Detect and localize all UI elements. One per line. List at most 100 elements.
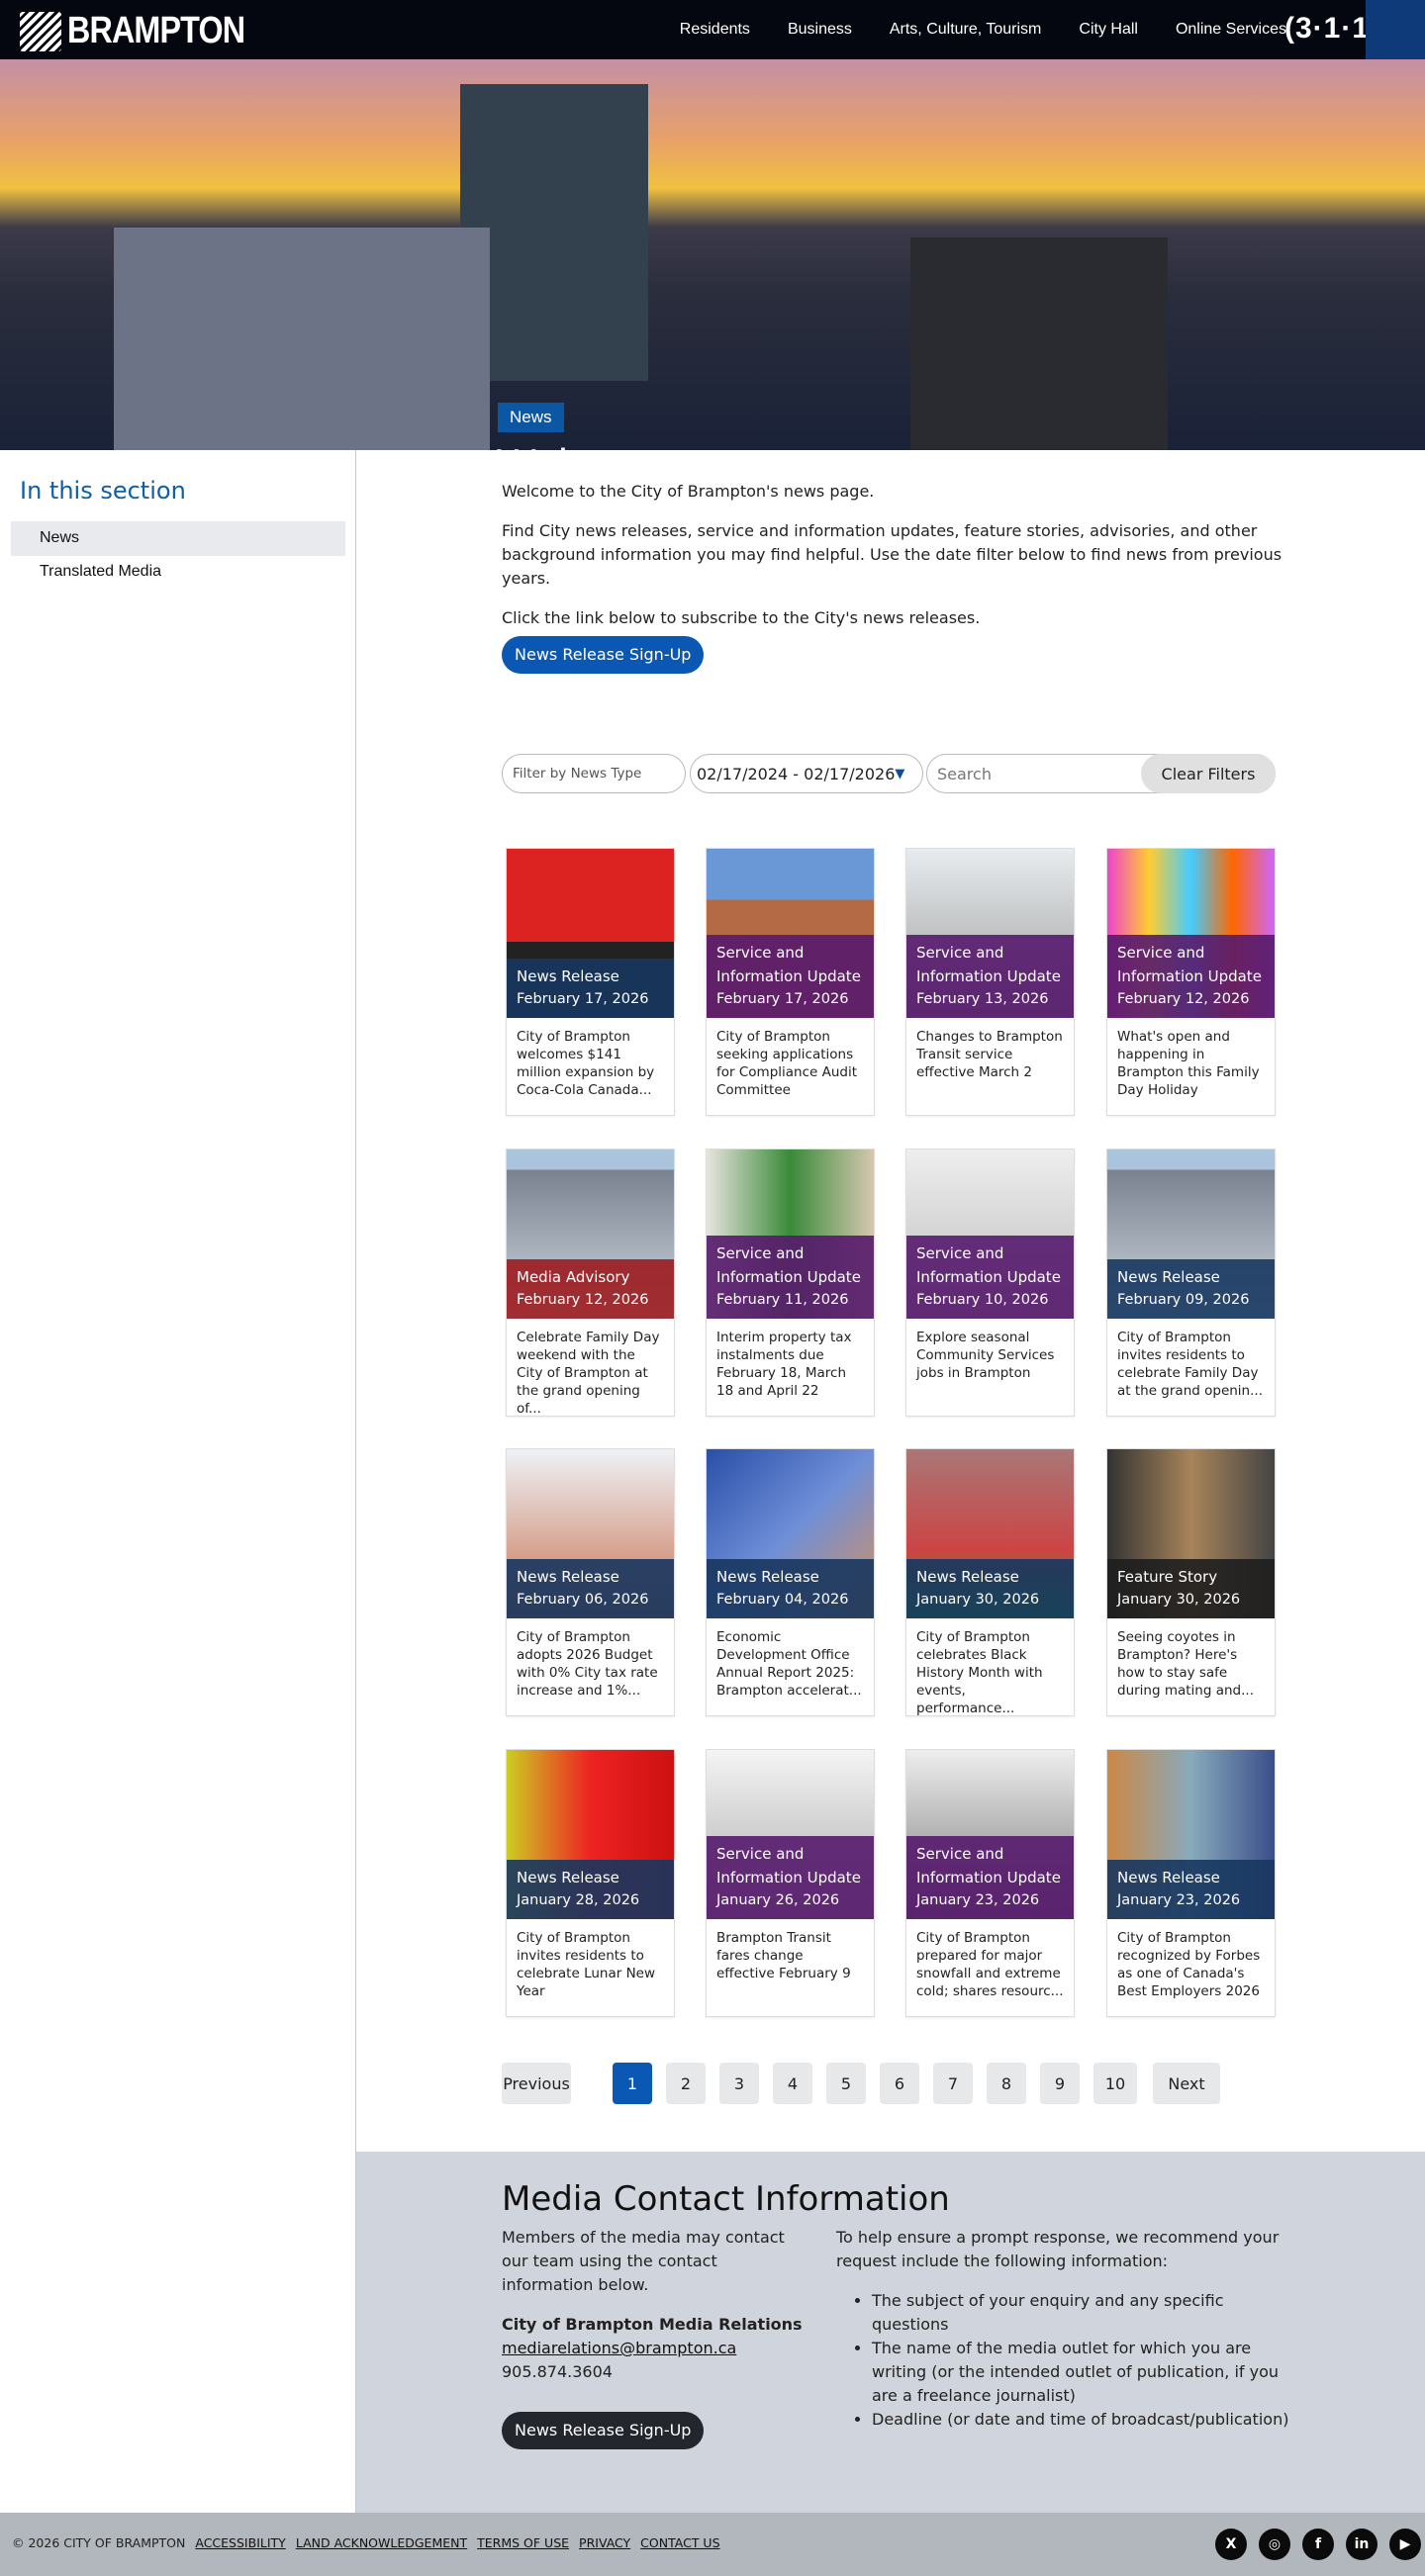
page-button-7[interactable]: 7 (933, 2063, 973, 2104)
news-card-title[interactable]: Celebrate Family Day weekend with the Ci… (507, 1319, 674, 1427)
news-card-title[interactable]: City of Brampton prepared for major snow… (906, 1919, 1074, 2010)
news-card-title[interactable]: Brampton Transit fares change effective … (707, 1919, 874, 1992)
news-card[interactable]: Service and Information Update February 1… (1106, 848, 1276, 1116)
hero-building-image (114, 228, 490, 450)
news-card-title[interactable]: City of Brampton invites residents to ce… (507, 1919, 674, 2010)
footer-link-accessibility[interactable]: ACCESSIBILITY (195, 2535, 285, 2550)
main-nav: Residents Business Arts, Culture, Touris… (680, 0, 1286, 59)
page-button-8[interactable]: 8 (987, 2063, 1026, 2104)
sidebar-item-translated-media[interactable]: Translated Media (11, 555, 345, 590)
news-card-title[interactable]: Seeing coyotes in Brampton? Here's how t… (1107, 1618, 1275, 1709)
site-header: BRAMPTON Residents Business Arts, Cultur… (0, 0, 1425, 59)
news-card-title[interactable]: City of Brampton recognized by Forbes as… (1107, 1919, 1275, 2010)
media-phone: 905.874.3604 (502, 2362, 613, 2381)
news-card-overlay: Media Advisory February 12, 2026 (507, 1259, 674, 1319)
news-card[interactable]: News Release January 30, 2026 City of Bram… (905, 1448, 1075, 1716)
nav-residents[interactable]: Residents (680, 21, 750, 39)
news-card-title[interactable]: City of Brampton adopts 2026 Budget with… (507, 1618, 674, 1709)
news-card-overlay: News Release January 30, 2026 (906, 1559, 1074, 1618)
news-card[interactable]: Media Advisory February 12, 2026 Celebrate… (506, 1149, 675, 1417)
news-card[interactable]: News Release January 28, 2026 City of Bram… (506, 1749, 675, 2017)
hero-clocktower-image (910, 237, 1168, 450)
news-card-title[interactable]: City of Brampton seeking applications fo… (707, 1018, 874, 1109)
page-button-2[interactable]: 2 (666, 2063, 706, 2104)
brampton-logo[interactable]: BRAMPTON (20, 10, 276, 52)
footer-link-contact[interactable]: CONTACT US (640, 2535, 719, 2550)
youtube-icon[interactable]: ▶ (1389, 2529, 1421, 2560)
news-card-title[interactable]: City of Brampton celebrates Black Histor… (906, 1618, 1074, 1727)
page-button-5[interactable]: 5 (826, 2063, 866, 2104)
news-card[interactable]: Service and Information Update January 26… (706, 1749, 875, 2017)
311-link[interactable]: (3·1·1 (1284, 12, 1370, 46)
media-contact-section: Media Contact Information Members of the… (356, 2152, 1425, 2513)
news-card-type: Service and Information Update (716, 944, 861, 985)
news-card[interactable]: News Release February 04, 2026 Economic De… (706, 1448, 875, 1716)
news-card-type: News Release (1117, 1869, 1220, 1886)
news-card[interactable]: Service and Information Update January 23… (905, 1749, 1075, 2017)
previous-page-button[interactable]: Previous (502, 2063, 571, 2104)
nav-arts-culture-tourism[interactable]: Arts, Culture, Tourism (890, 21, 1042, 39)
news-card-overlay: News Release February 09, 2026 (1107, 1259, 1275, 1319)
page-button-10[interactable]: 10 (1093, 2063, 1137, 2104)
news-card-overlay: News Release January 23, 2026 (1107, 1860, 1275, 1919)
news-card-overlay: News Release January 28, 2026 (507, 1860, 674, 1919)
page-button-3[interactable]: 3 (719, 2063, 759, 2104)
caret-down-icon: ▼ (895, 766, 905, 782)
news-type-filter[interactable]: Filter by News Type (502, 754, 686, 793)
footer-link-privacy[interactable]: PRIVACY (579, 2535, 630, 2550)
nav-business[interactable]: Business (788, 21, 852, 39)
news-card[interactable]: News Release February 17, 2026 City of Bra… (506, 848, 675, 1116)
media-email-link[interactable]: mediarelations@brampton.ca (502, 2337, 804, 2360)
news-card[interactable]: Feature Story January 30, 2026 Seeing coyo… (1106, 1448, 1276, 1716)
news-card-date: January 23, 2026 (916, 1892, 1040, 1908)
news-card-title[interactable]: Explore seasonal Community Services jobs… (906, 1319, 1074, 1392)
news-card[interactable]: Service and Information Update February 1… (706, 848, 875, 1116)
news-card[interactable]: News Release February 06, 2026 City of Bra… (506, 1448, 675, 1716)
filter-bar: Filter by News Type 02/17/2024 - 02/17/2… (502, 754, 1276, 793)
news-card-title[interactable]: Interim property tax instalments due Feb… (707, 1319, 874, 1410)
facebook-icon[interactable]: f (1302, 2529, 1334, 2560)
news-card[interactable]: Service and Information Update February 1… (905, 848, 1075, 1116)
news-card-overlay: News Release February 04, 2026 (707, 1559, 874, 1618)
news-card-image: News Release February 06, 2026 (507, 1449, 674, 1618)
news-card[interactable]: News Release January 23, 2026 City of Bram… (1106, 1749, 1276, 2017)
page-button-4[interactable]: 4 (773, 2063, 812, 2104)
news-card-title[interactable]: What's open and happening in Brampton th… (1107, 1018, 1275, 1109)
intro-welcome: Welcome to the City of Brampton's news p… (502, 482, 875, 501)
news-card-date: February 04, 2026 (716, 1592, 849, 1608)
footer-link-terms[interactable]: TERMS OF USE (477, 2535, 569, 2550)
flower-logo-icon (20, 11, 61, 51)
linkedin-icon[interactable]: in (1346, 2529, 1378, 2560)
clear-filters-button[interactable]: Clear Filters (1141, 754, 1276, 793)
news-card[interactable]: Service and Information Update February 1… (905, 1149, 1075, 1417)
x-icon[interactable]: X (1215, 2529, 1247, 2560)
instagram-icon[interactable]: ◎ (1259, 2529, 1290, 2560)
footer-link-land-acknowledgement[interactable]: LAND ACKNOWLEDGEMENT (296, 2535, 467, 2550)
news-card-type: News Release (716, 1568, 819, 1586)
page-button-6[interactable]: 6 (880, 2063, 919, 2104)
sidebar-item-news[interactable]: News (11, 521, 345, 556)
social-links: X ◎ f in ▶ (1215, 2529, 1421, 2560)
news-card-title[interactable]: City of Brampton invites residents to ce… (1107, 1319, 1275, 1410)
news-card-title[interactable]: City of Brampton welcomes $141 million e… (507, 1018, 674, 1109)
news-card-image: News Release February 04, 2026 (707, 1449, 874, 1618)
page-button-1[interactable]: 1 (613, 2063, 652, 2104)
page-button-9[interactable]: 9 (1040, 2063, 1080, 2104)
next-page-button[interactable]: Next (1153, 2063, 1220, 2104)
news-card-date: February 12, 2026 (517, 1292, 649, 1308)
nav-online-services[interactable]: Online Services (1176, 21, 1286, 39)
nav-city-hall[interactable]: City Hall (1079, 21, 1138, 39)
news-card[interactable]: Service and Information Update February 1… (706, 1149, 875, 1417)
date-range-value: 02/17/2024 - 02/17/2026 (697, 764, 896, 783)
news-card-overlay: Service and Information Update January 26… (707, 1836, 874, 1919)
date-range-filter[interactable]: 02/17/2024 - 02/17/2026 ▼ (690, 754, 923, 793)
news-card[interactable]: News Release February 09, 2026 City of Bra… (1106, 1149, 1276, 1417)
news-release-signup-button[interactable]: News Release Sign-Up (502, 636, 705, 674)
news-card-type: News Release (1117, 1268, 1220, 1286)
news-card-title[interactable]: Changes to Brampton Transit service effe… (906, 1018, 1074, 1091)
news-card-image: News Release January 30, 2026 (906, 1449, 1074, 1618)
news-card-title[interactable]: Economic Development Office Annual Repor… (707, 1618, 874, 1709)
header-accent (1366, 0, 1425, 59)
news-card-type: Service and Information Update (916, 1845, 1061, 1886)
media-signup-button[interactable]: News Release Sign-Up (502, 2412, 705, 2449)
